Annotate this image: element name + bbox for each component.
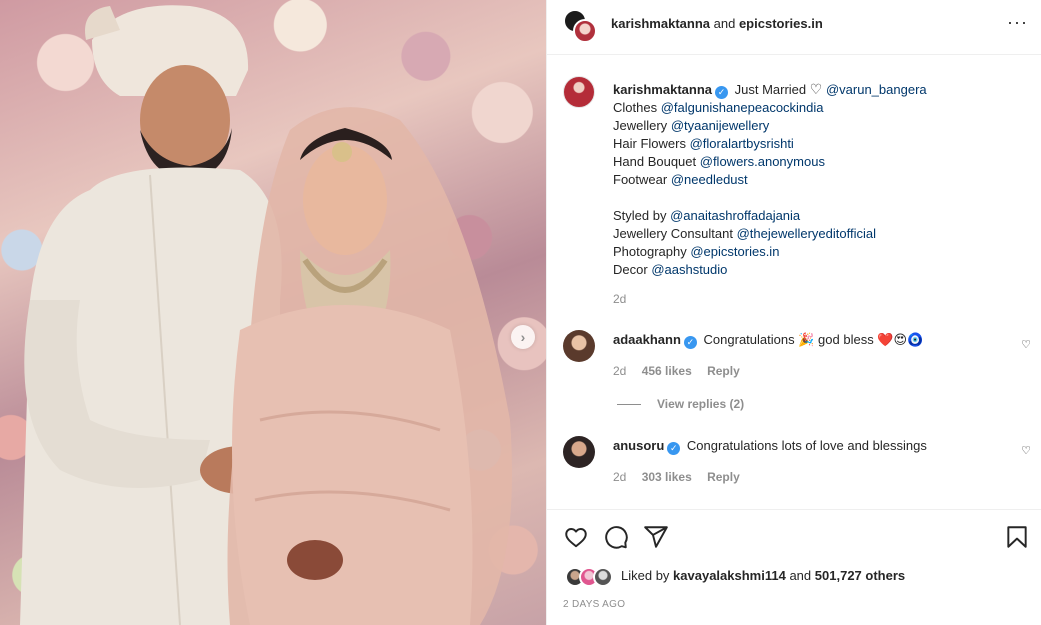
comment-likes[interactable]: 456 likes	[642, 364, 692, 378]
share-icon[interactable]	[643, 524, 669, 550]
liked-by-others[interactable]: 501,727 others	[815, 568, 905, 583]
comment-icon[interactable]	[603, 524, 629, 550]
caption-label: Jewellery Consultant	[613, 226, 733, 241]
chevron-right-icon[interactable]: ›	[511, 325, 535, 349]
post-side-panel: karishmaktanna and epicstories.in ··· ka…	[546, 0, 1041, 625]
caption-timestamp[interactable]: 2d	[613, 292, 626, 306]
heart-outline-icon: ♡	[809, 81, 823, 97]
mention-link[interactable]: @thejewelleryeditofficial	[737, 226, 876, 241]
comment-username[interactable]: adaakhann	[613, 332, 681, 347]
caption-line: Clothes @falgunishanepeacockindia	[613, 99, 1023, 117]
caption-gap	[613, 189, 1023, 207]
liked-by-prefix: Liked by	[621, 568, 670, 583]
party-popper-icon: 🎉	[798, 332, 815, 347]
post-header: karishmaktanna and epicstories.in ···	[547, 0, 1041, 55]
mention-link[interactable]: @aashstudio	[651, 262, 727, 277]
header-avatars[interactable]	[563, 9, 599, 45]
caption-label: Footwear	[613, 172, 668, 187]
post-actions: Liked by kavayalakshmi114 and 501,727 ot…	[547, 509, 1041, 625]
avatar[interactable]	[563, 436, 595, 468]
author-link[interactable]: epicstories.in	[739, 16, 823, 31]
caption-username[interactable]: karishmaktanna	[613, 82, 712, 97]
comment-body: Congratulations	[703, 332, 795, 347]
comment-body: Congratulations lots of love and blessin…	[686, 438, 927, 453]
comment: adaakhann ✓ Congratulations 🎉 god bless ❤…	[613, 331, 923, 349]
comment-timestamp[interactable]: 2d	[613, 470, 626, 484]
caption-label: Hand Bouquet	[613, 154, 697, 169]
comment: anusoru ✓ Congratulations lots of love an…	[613, 437, 927, 455]
comment-timestamp[interactable]: 2d	[613, 364, 626, 378]
liked-by-summary: Liked by kavayalakshmi114 and 501,727 ot…	[621, 567, 905, 585]
verified-badge-icon: ✓	[667, 442, 681, 455]
caption-label: Photography	[613, 244, 687, 259]
avatar[interactable]	[593, 567, 613, 587]
mention-link[interactable]: @floralartbysrishti	[690, 136, 794, 151]
caption-line: Jewellery @tyaanijewellery	[613, 117, 1023, 135]
caption-label: Hair Flowers	[613, 136, 686, 151]
more-options-icon[interactable]: ···	[1007, 13, 1028, 31]
post-authors: karishmaktanna and epicstories.in	[611, 16, 823, 31]
couple-illustration	[20, 5, 513, 625]
liked-by-and: and	[789, 568, 812, 583]
caption-line: Footwear @needledust	[613, 171, 1023, 189]
caption-line: Photography @epicstories.in	[613, 243, 1023, 261]
caption-intro: Just Married	[734, 82, 807, 97]
reply-button[interactable]: Reply	[707, 470, 740, 484]
comment-heart-icon[interactable]: ♡	[1021, 338, 1031, 351]
view-replies-button[interactable]: View replies (2)	[617, 397, 744, 411]
bookmark-icon[interactable]	[1004, 524, 1030, 550]
view-replies-label: View replies (2)	[657, 397, 745, 411]
caption-label: Jewellery	[613, 118, 668, 133]
avatar[interactable]	[563, 330, 595, 362]
caption-label: Clothes	[613, 100, 658, 115]
caption-line: Hair Flowers @floralartbysrishti	[613, 135, 1023, 153]
authors-connector: and	[713, 16, 736, 31]
heart-icon[interactable]	[563, 524, 589, 550]
mention-link[interactable]: @flowers.anonymous	[700, 154, 825, 169]
caption-label: Styled by	[613, 208, 667, 223]
post-timestamp[interactable]: 2 DAYS AGO	[563, 599, 625, 610]
comment-likes[interactable]: 303 likes	[642, 470, 692, 484]
replies-divider	[617, 403, 641, 405]
comment-meta: 2d 456 likes Reply	[613, 364, 752, 378]
comment-username[interactable]: anusoru	[613, 438, 664, 453]
caption-line: Jewellery Consultant @thejewelleryeditof…	[613, 225, 1023, 243]
avatar[interactable]	[563, 76, 595, 108]
caption-line: Decor @aashstudio	[613, 261, 1023, 279]
author-link[interactable]: karishmaktanna	[611, 16, 710, 31]
caption-line: Hand Bouquet @flowers.anonymous	[613, 153, 1023, 171]
post-caption: karishmaktanna ✓ Just Married ♡ @varun_ba…	[613, 80, 1023, 279]
verified-badge-icon: ✓	[683, 336, 697, 349]
mention-link[interactable]: @needledust	[671, 172, 748, 187]
mention-link[interactable]: @falgunishanepeacockindia	[661, 100, 824, 115]
reply-button[interactable]: Reply	[707, 364, 740, 378]
caption-line: Styled by @anaitashroffadajania	[613, 207, 1023, 225]
liked-by-avatars[interactable]	[565, 567, 617, 587]
post-photo[interactable]: ›	[0, 0, 546, 625]
verified-badge-icon: ✓	[715, 86, 728, 99]
mention-link[interactable]: @epicstories.in	[690, 244, 779, 259]
comment-meta: 2d 303 likes Reply	[613, 470, 752, 484]
liked-by-user[interactable]: kavayalakshmi114	[673, 568, 786, 583]
caption-label: Decor	[613, 262, 648, 277]
avatar[interactable]	[573, 19, 597, 43]
comment-heart-icon[interactable]: ♡	[1021, 444, 1031, 457]
emoji-group: ❤️😍🧿	[877, 332, 924, 347]
comment-body: god bless	[818, 332, 874, 347]
mention-link[interactable]: @varun_bangera	[826, 82, 927, 97]
mention-link[interactable]: @tyaanijewellery	[671, 118, 769, 133]
mention-link[interactable]: @anaitashroffadajania	[670, 208, 800, 223]
